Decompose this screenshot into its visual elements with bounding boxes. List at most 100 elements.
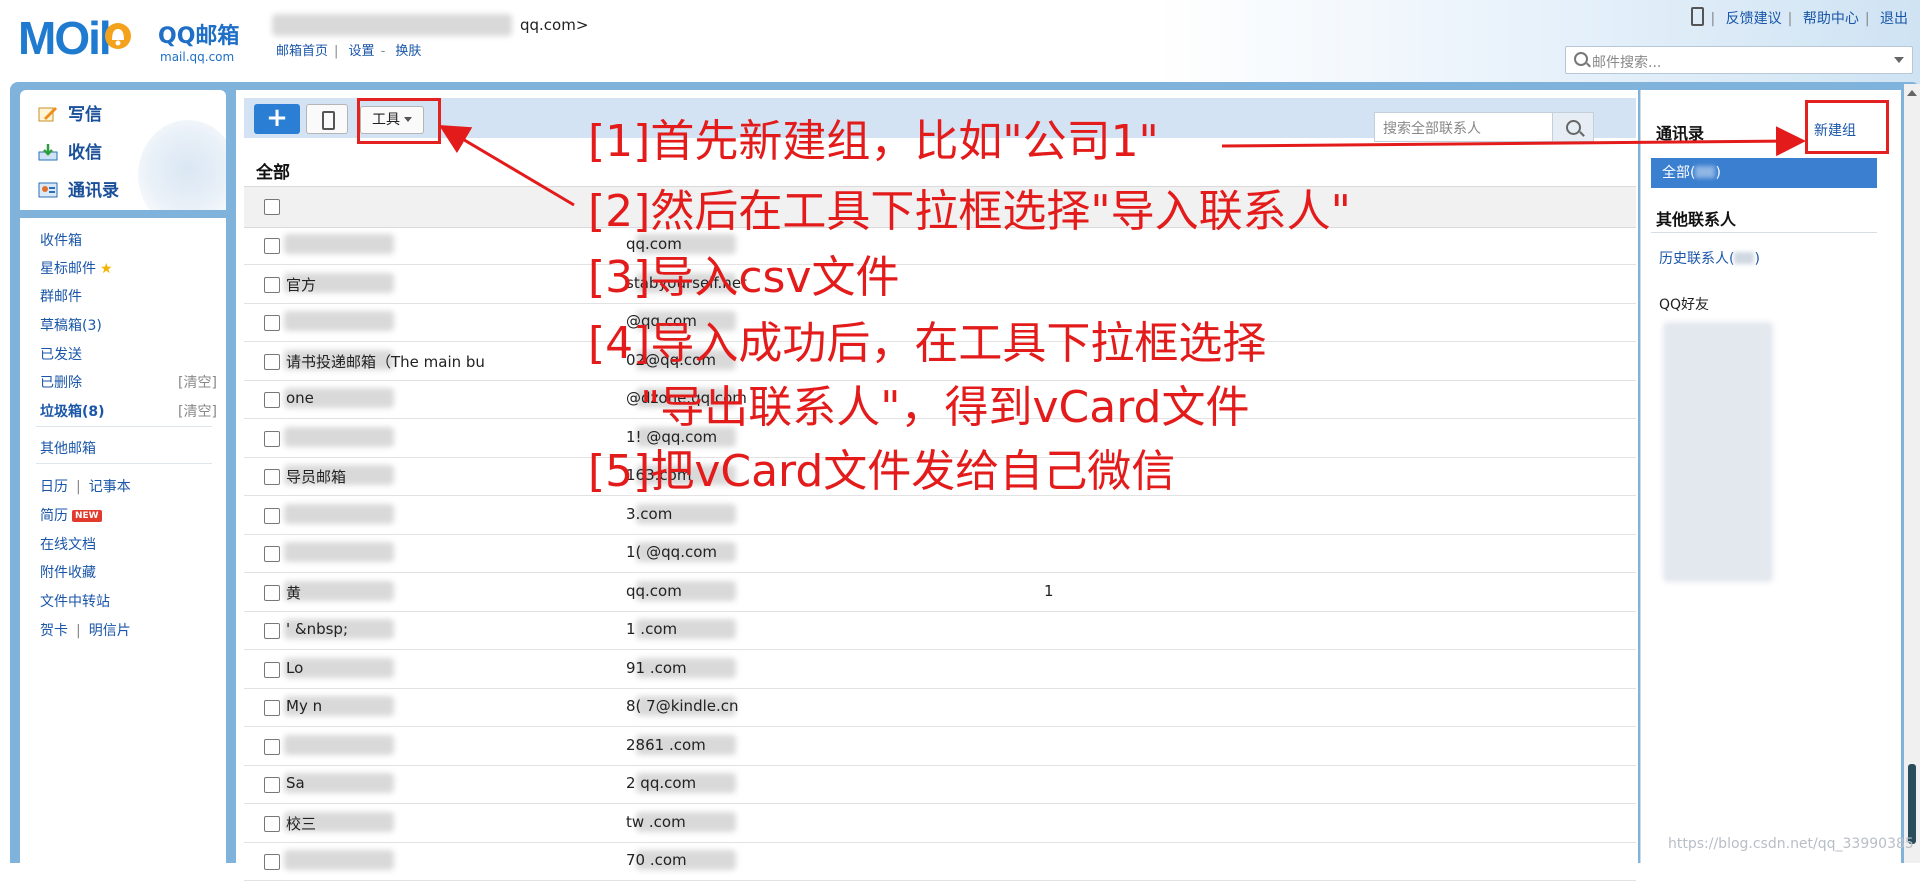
link-file-transfer[interactable]: 文件中转站 [40, 591, 110, 611]
link-greeting-cards[interactable]: 贺卡 [40, 623, 68, 639]
contacts-button[interactable]: 通讯录 [38, 176, 119, 201]
row-checkbox[interactable] [264, 700, 280, 716]
contact-row[interactable]: Lo 91 .com [244, 650, 1636, 689]
row-checkbox[interactable] [264, 238, 280, 254]
top-bar: MOil QQ邮箱 mail.qq.com qq.com> 邮箱首页 | 设置 - … [0, 0, 1920, 84]
contact-row[interactable]: Sa 2 qq.com [244, 765, 1636, 804]
row-checkbox[interactable] [264, 661, 280, 678]
compose-icon [38, 107, 57, 122]
receive-button[interactable]: 收信 [38, 138, 102, 163]
header-right-links: | 反馈建议 | 帮助中心 | 退出 [1691, 7, 1908, 28]
link-online-docs[interactable]: 在线文档 [40, 534, 96, 554]
row-checkbox[interactable] [264, 623, 280, 639]
contact-name[interactable]: 校三 [286, 813, 316, 834]
link-settings[interactable]: 设置 [349, 44, 375, 59]
link-attachments[interactable]: 附件收藏 [40, 562, 96, 582]
contact-email: 91 .com [626, 658, 687, 677]
contact-row[interactable]: 校三 tw .com [244, 804, 1636, 843]
divider [36, 463, 212, 464]
contact-row[interactable]: 官方 stabyourself.net [244, 265, 1636, 304]
group-all[interactable]: 全部() [1651, 158, 1877, 188]
row-checkbox[interactable] [264, 546, 280, 562]
list-title: 全部 [256, 163, 290, 183]
link-logout[interactable]: 退出 [1880, 11, 1908, 27]
mail-search-input[interactable]: 邮件搜索... [1565, 46, 1913, 74]
row-checkbox[interactable] [264, 353, 280, 370]
contact-name[interactable]: ' &nbsp; [286, 620, 348, 638]
row-checkbox[interactable] [264, 276, 280, 293]
folder-drafts[interactable]: 草稿箱(3) [40, 315, 102, 335]
link-notes[interactable]: 记事本 [89, 479, 131, 495]
row-checkbox[interactable] [264, 507, 280, 524]
link-resume[interactable]: 简历 NEW [40, 505, 102, 525]
contact-email: qq.com [626, 581, 682, 600]
add-contact-button[interactable]: + [254, 104, 300, 134]
redacted-name [284, 426, 394, 447]
bell-icon [105, 23, 131, 49]
qq-friends-heading[interactable]: QQ好友 [1659, 294, 1709, 314]
folder-sent[interactable]: 已发送 [40, 344, 82, 364]
contacts-panel-title: 通讯录 [1656, 124, 1705, 143]
contact-row[interactable]: 2861 .com [244, 727, 1636, 766]
redacted-name [284, 734, 394, 755]
select-all-checkbox[interactable] [264, 199, 280, 215]
new-group-highlight-box [1805, 100, 1889, 154]
qq-mail-logo[interactable]: MOil QQ邮箱 mail.qq.com [18, 12, 258, 64]
csdn-watermark: https://blog.csdn.net/qq_33990385 [1668, 836, 1914, 852]
contact-name[interactable]: My n [286, 697, 322, 715]
link-skin[interactable]: 换肤 [395, 44, 421, 59]
contact-name[interactable]: Sa [286, 774, 305, 792]
contact-name[interactable]: 导员邮箱 [286, 466, 346, 487]
mobile-sync-button[interactable] [306, 104, 348, 134]
row-checkbox[interactable] [264, 315, 280, 331]
scrollbar-thumb[interactable] [1908, 764, 1916, 844]
annotation-step-1: [1]首先新建组，比如"公司1" [588, 116, 1159, 167]
scroll-up-arrow-icon[interactable] [1907, 90, 1917, 96]
row-checkbox[interactable] [264, 777, 280, 793]
link-mail-home[interactable]: 邮箱首页 [276, 44, 328, 59]
contact-row[interactable]: 1( @qq.com [244, 534, 1636, 573]
row-checkbox[interactable] [264, 854, 280, 870]
mobile-icon[interactable] [1691, 7, 1705, 26]
contact-search-button[interactable] [1552, 113, 1593, 141]
page-scrollbar[interactable] [1904, 84, 1920, 863]
link-calendar[interactable]: 日历 [40, 479, 68, 495]
contact-name[interactable]: 黄 [286, 582, 301, 603]
contacts-groups-panel: 通讯录 新建组 全部() 其他联系人 历史联系人() QQ好友 [1640, 90, 1901, 863]
contact-search-input[interactable]: 搜索全部联系人 [1374, 112, 1594, 142]
folder-group[interactable]: 群邮件 [40, 286, 82, 306]
folder-other-mailbox[interactable]: 其他邮箱 [40, 438, 96, 458]
row-checkbox[interactable] [264, 815, 280, 832]
divider [36, 426, 212, 427]
contact-row[interactable]: 3.com [244, 496, 1636, 535]
contact-name[interactable]: Lo [286, 659, 303, 677]
row-checkbox[interactable] [264, 430, 280, 447]
contact-name[interactable]: 请书投递邮箱（The main bu [286, 351, 485, 372]
compose-button[interactable]: 写信 [38, 100, 102, 125]
folder-starred[interactable]: 星标邮件 ★ [40, 258, 113, 278]
row-checkbox[interactable] [264, 584, 280, 601]
row-checkbox[interactable] [264, 469, 280, 485]
link-postcards[interactable]: 明信片 [89, 623, 131, 639]
contact-name[interactable]: 官方 [286, 274, 316, 295]
contact-row[interactable]: My n 8( 7@kindle.cn [244, 688, 1636, 727]
row-checkbox[interactable] [264, 392, 280, 408]
contact-row[interactable]: ' &nbsp; 1 .com [244, 611, 1636, 650]
contact-row[interactable]: 70 .com [244, 842, 1636, 881]
clear-spam-link[interactable]: [清空] [178, 401, 217, 421]
folder-inbox[interactable]: 收件箱 [40, 230, 82, 250]
chevron-down-icon[interactable] [1894, 57, 1904, 63]
link-feedback[interactable]: 反馈建议 [1726, 11, 1782, 27]
tools-highlight-box [357, 98, 441, 144]
clear-deleted-link[interactable]: [清空] [178, 372, 217, 392]
link-help[interactable]: 帮助中心 [1803, 11, 1859, 27]
contact-name[interactable]: one [286, 389, 314, 407]
folder-spam[interactable]: 垃圾箱(8) [清空] [40, 401, 220, 421]
quick-actions: 写信 收信 通讯录 [20, 90, 226, 210]
contact-row[interactable]: 黄 qq.com 1 [244, 573, 1636, 612]
tool-links-row-2: 贺卡 | 明信片 [40, 623, 131, 639]
folder-deleted[interactable]: 已删除 [清空] [40, 372, 220, 392]
group-history-contacts[interactable]: 历史联系人() [1659, 248, 1760, 268]
row-checkbox[interactable] [264, 738, 280, 755]
contact-phone: 1 [1044, 581, 1054, 600]
